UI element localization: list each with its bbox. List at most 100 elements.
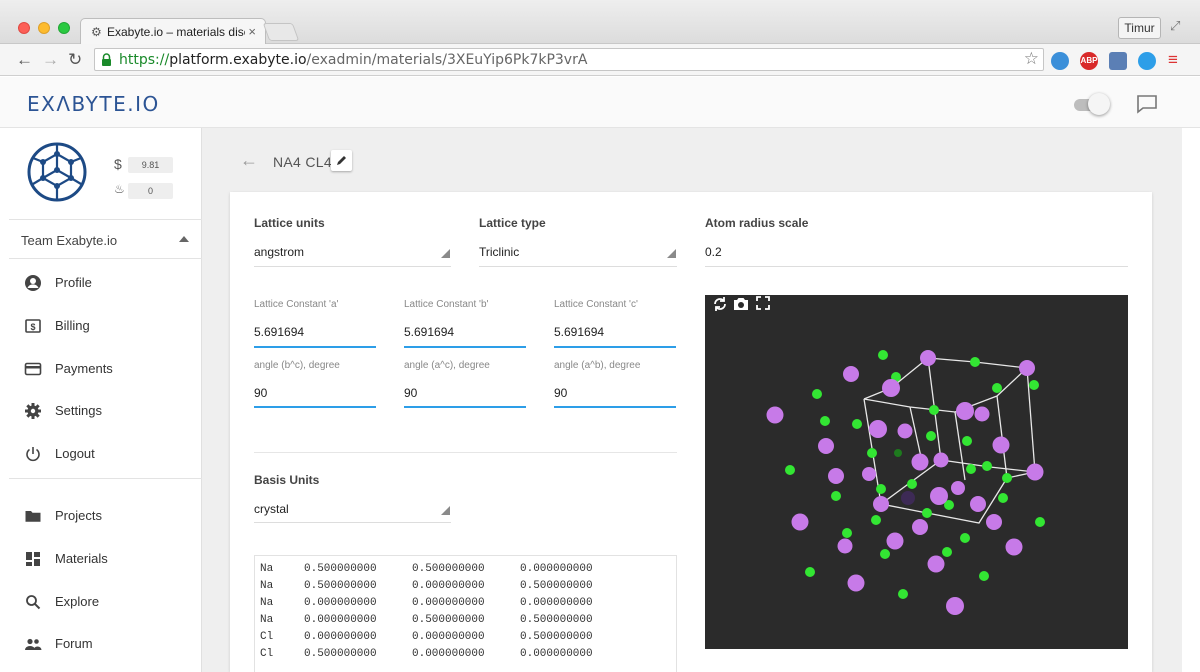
cl-atom <box>812 389 822 399</box>
arrow-back-icon[interactable]: ← <box>240 150 258 171</box>
na-atom <box>847 574 865 592</box>
divider <box>9 219 202 220</box>
field-underline <box>705 266 1128 267</box>
lattice-a-input[interactable]: 5.691694 <box>254 325 304 339</box>
sidebar-item-label: Settings <box>55 403 102 418</box>
browser-toolbar: ← → ↻ https://platform.exabyte.io/exadmi… <box>0 44 1200 76</box>
menu-icon[interactable]: ≡ <box>1168 50 1178 70</box>
na-atom <box>1026 463 1044 481</box>
sidebar-item-label: Logout <box>55 446 95 461</box>
crystal-structure-render <box>766 350 1045 615</box>
tab-close-icon[interactable]: × <box>248 24 256 39</box>
sidebar-item-projects[interactable]: Projects <box>9 498 202 534</box>
fullscreen-icon[interactable]: ⤢ <box>1170 18 1180 34</box>
sidebar-item-billing[interactable]: $ Billing <box>9 308 202 344</box>
sidebar-item-logout[interactable]: Logout <box>9 436 202 472</box>
na-atom <box>927 555 945 573</box>
structure-viewer[interactable] <box>705 295 1128 649</box>
basis-editor[interactable]: Na 0.500000000 0.500000000 0.000000000 Na 0.… <box>254 555 677 672</box>
cl-atom <box>1035 517 1045 527</box>
cl-atom <box>805 567 815 577</box>
atom-radius-input[interactable]: 0.2 <box>705 245 722 259</box>
profile-button[interactable]: Timur <box>1118 17 1161 39</box>
na-atom <box>882 379 900 397</box>
adblock-icon[interactable]: ABP <box>1080 52 1098 70</box>
sidebar-item-payments[interactable]: Payments <box>9 351 202 387</box>
field-underline <box>554 406 676 408</box>
cl-atom <box>926 431 936 441</box>
back-icon[interactable]: ← <box>16 50 33 70</box>
field-underline <box>404 406 526 408</box>
sidebar-item-settings[interactable]: Settings <box>9 393 202 429</box>
maximize-window-button[interactable] <box>58 22 70 34</box>
minimize-window-button[interactable] <box>38 22 50 34</box>
bookmark-extension-icon[interactable] <box>1109 52 1127 70</box>
na-atom <box>791 513 809 531</box>
cl-atom <box>960 533 970 543</box>
pencil-icon <box>337 156 346 165</box>
dropdown-arrow-icon[interactable] <box>667 249 676 258</box>
balance-value: 9.81 <box>128 157 173 173</box>
angle-ac-input[interactable]: 90 <box>404 386 417 400</box>
lattice-type-select[interactable]: Triclinic <box>479 245 519 259</box>
lattice-units-select[interactable]: angstrom <box>254 245 304 259</box>
reload-icon[interactable]: ↻ <box>68 50 82 70</box>
sidebar-item-label: Forum <box>55 636 93 651</box>
angle-ab-input[interactable]: 90 <box>554 386 567 400</box>
fullscreen-toggle-icon[interactable] <box>755 295 771 311</box>
na-atom <box>920 350 936 366</box>
na-atom <box>873 496 889 512</box>
rotate-icon[interactable] <box>711 295 729 313</box>
dropdown-arrow-icon[interactable] <box>441 249 450 258</box>
lattice-b-input[interactable]: 5.691694 <box>404 325 454 339</box>
na-atom <box>818 438 834 454</box>
na-atom <box>911 453 929 471</box>
cl-atom <box>867 448 877 458</box>
sidebar-item-materials[interactable]: Materials <box>9 541 202 577</box>
camera-icon[interactable] <box>732 295 750 313</box>
bookmark-star-icon[interactable]: ☆ <box>1024 49 1039 69</box>
sidebar-item-profile[interactable]: Profile <box>9 265 202 301</box>
dollar-icon: $ <box>114 156 122 172</box>
cl-atom <box>880 549 890 559</box>
address-bar[interactable]: https://platform.exabyte.io/exadmin/mate… <box>94 48 1044 71</box>
cl-atom <box>820 416 830 426</box>
edit-name-button[interactable] <box>331 150 352 171</box>
na-atom <box>843 366 859 382</box>
lattice-c-input[interactable]: 5.691694 <box>554 325 604 339</box>
sidebar-item-forum[interactable]: Forum <box>9 626 202 662</box>
chat-extension-icon[interactable] <box>1138 52 1156 70</box>
cl-atom <box>942 547 952 557</box>
extension-icon[interactable] <box>1051 52 1069 70</box>
theme-toggle-knob[interactable] <box>1088 93 1110 115</box>
material-name: NA4 CL4 <box>273 154 332 170</box>
cl-atom <box>966 464 976 474</box>
dropdown-arrow-icon[interactable] <box>441 506 450 515</box>
field-underline <box>254 406 376 408</box>
na-atom <box>970 496 986 512</box>
field-underline <box>254 266 451 267</box>
url-text: https://platform.exabyte.io/exadmin/mate… <box>119 52 588 68</box>
chat-icon[interactable] <box>1136 93 1158 115</box>
basis-units-select[interactable]: crystal <box>254 502 289 516</box>
cl-atom <box>907 479 917 489</box>
field-underline <box>404 346 526 348</box>
sidebar-item-explore[interactable]: Explore <box>9 584 202 620</box>
na-atom <box>837 538 853 554</box>
browser-titlebar: ⚙ Exabyte.io – materials disc × Timur ⤢ <box>0 0 1200 44</box>
chevron-up-icon[interactable] <box>179 236 189 242</box>
cl-atom <box>876 484 886 494</box>
na-atom <box>974 406 990 422</box>
app-header: EXΛBYTE.IO <box>0 77 1200 128</box>
angle-bc-input[interactable]: 90 <box>254 386 267 400</box>
browser-tab[interactable]: ⚙ Exabyte.io – materials disc × <box>80 18 266 44</box>
new-tab-button[interactable] <box>262 23 300 41</box>
na-atom <box>869 420 887 438</box>
app-logo[interactable]: EXΛBYTE.IO <box>27 92 160 116</box>
avatar[interactable] <box>27 142 87 202</box>
close-window-button[interactable] <box>18 22 30 34</box>
team-name[interactable]: Team Exabyte.io <box>21 233 117 248</box>
cl-atom <box>979 571 989 581</box>
section-divider <box>254 452 677 453</box>
forward-icon[interactable]: → <box>42 50 59 70</box>
